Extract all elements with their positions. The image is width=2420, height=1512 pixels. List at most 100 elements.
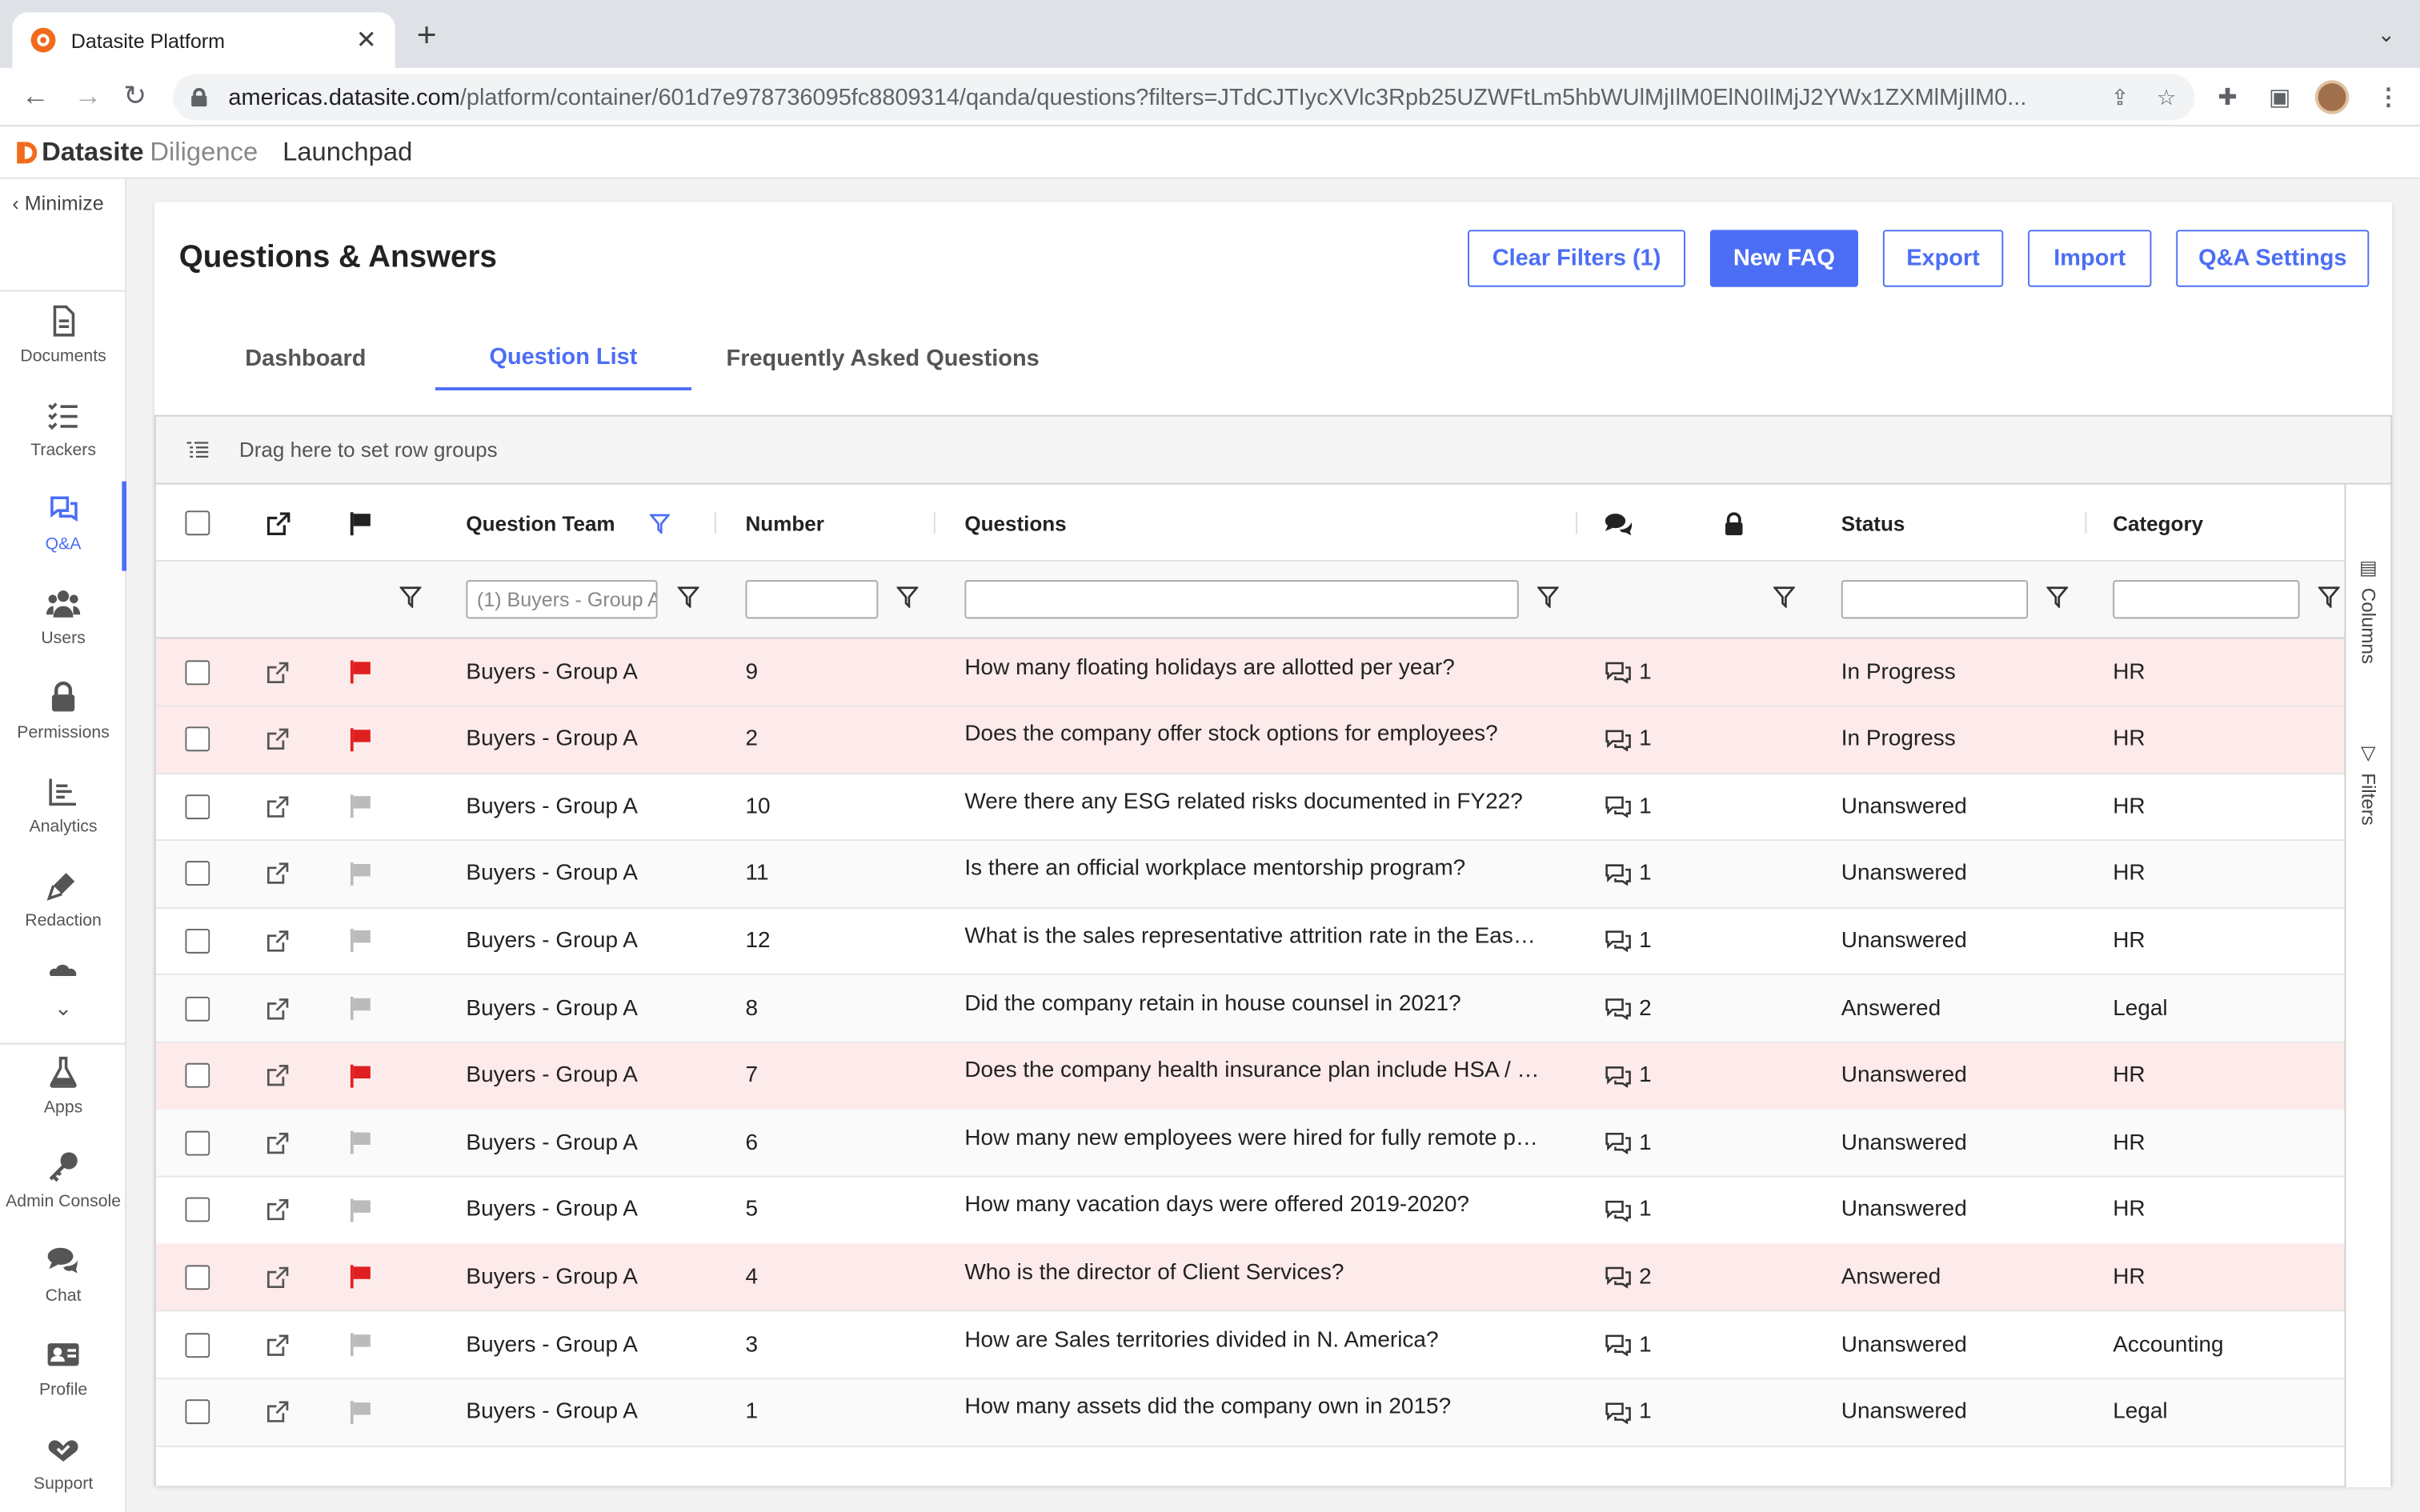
comments-cell[interactable]: 1 [1604, 1042, 1697, 1109]
flag-icon[interactable] [350, 1311, 372, 1378]
flag-icon[interactable] [350, 1378, 372, 1445]
sidebar-item-documents[interactable]: Documents [0, 302, 126, 392]
sidebar-item-permissions[interactable]: Permissions [0, 679, 126, 769]
row-checkbox[interactable] [185, 638, 210, 705]
browser-menu-icon[interactable]: ⋮ [2377, 83, 2400, 111]
flag-icon[interactable] [350, 706, 372, 773]
forward-arrow-icon[interactable]: → [74, 80, 102, 111]
table-row[interactable]: Buyers - Group A 4 Who is the director of … [155, 1244, 2345, 1313]
question-cell[interactable]: How many new employees were hired for fu… [964, 1105, 1551, 1171]
sidebar-item-trackers[interactable]: Trackers [0, 397, 126, 486]
question-cell[interactable]: Does the company offer stock options for… [964, 702, 1551, 768]
table-row[interactable]: Buyers - Group A 3 How are Sales territori… [155, 1311, 2345, 1380]
status-filter-input[interactable] [1841, 580, 2029, 619]
tab-dashboard[interactable]: Dashboard [201, 326, 411, 390]
comments-cell[interactable]: 1 [1604, 1110, 1697, 1176]
question-cell[interactable]: Did the company retain in house counsel … [964, 970, 1551, 1037]
flag-icon[interactable] [350, 975, 372, 1042]
bookmark-star-icon[interactable]: ☆ [2157, 84, 2176, 110]
sidebar-item-redaction[interactable]: Redaction [0, 867, 126, 957]
question-cell[interactable]: How many assets did the company own in 2… [964, 1374, 1551, 1441]
question-cell[interactable]: Is there an official workplace mentorshi… [964, 836, 1551, 902]
comments-cell[interactable]: 1 [1604, 774, 1697, 840]
open-external-icon[interactable] [266, 1378, 289, 1445]
comments-cell[interactable]: 1 [1604, 1378, 1697, 1445]
flag-icon[interactable] [350, 1110, 372, 1176]
sidebar-expand-button[interactable]: ⌄ [0, 997, 126, 1028]
question-cell[interactable]: Who is the director of Client Services? [964, 1239, 1551, 1306]
column-header-category[interactable]: Category [2113, 485, 2203, 562]
column-header-questions[interactable]: Questions [964, 485, 1066, 562]
filter-funnel-icon[interactable] [677, 586, 699, 608]
row-checkbox[interactable] [185, 908, 210, 974]
table-row[interactable]: Buyers - Group A 7 Does the company health… [155, 1042, 2345, 1110]
flag-icon[interactable] [350, 908, 372, 974]
sidebar-item-users[interactable]: Users [0, 585, 126, 674]
category-filter-input[interactable] [2113, 580, 2300, 619]
sidebar-item-admin-console[interactable]: Admin Console [0, 1148, 126, 1238]
clear-filters-button[interactable]: Clear Filters (1) [1468, 230, 1685, 287]
table-row[interactable]: Buyers - Group A 8 Did the company retain … [155, 974, 2345, 1043]
side-panel-icon[interactable]: ▣ [2269, 83, 2290, 111]
question-cell[interactable]: What is the sales representative attriti… [964, 903, 1551, 970]
open-external-icon[interactable] [266, 1110, 289, 1176]
sidebar-item-qa[interactable]: Q&A [0, 490, 126, 580]
flag-icon[interactable] [350, 1244, 372, 1310]
launchpad-link[interactable]: Launchpad [282, 137, 412, 168]
filter-funnel-icon[interactable] [2046, 586, 2069, 608]
flag-icon[interactable] [350, 1177, 372, 1243]
flag-icon[interactable] [350, 1042, 372, 1109]
open-external-icon[interactable] [266, 774, 289, 840]
column-separator[interactable] [933, 512, 936, 534]
filter-funnel-icon[interactable] [1537, 586, 1559, 608]
qa-settings-button[interactable]: Q&A Settings [2176, 230, 2370, 287]
open-external-icon[interactable] [266, 706, 289, 773]
table-row[interactable]: Buyers - Group A 5 How many vacation days … [155, 1177, 2345, 1245]
extensions-puzzle-icon[interactable]: ✚ [2218, 83, 2237, 111]
question-cell[interactable]: How many floating holidays are allotted … [964, 634, 1551, 701]
sidebar-item-apps[interactable]: Apps [0, 1054, 126, 1143]
row-checkbox[interactable] [185, 706, 210, 773]
open-external-icon[interactable] [266, 1042, 289, 1109]
filter-funnel-icon[interactable] [896, 586, 919, 608]
close-tab-icon[interactable]: ✕ [356, 25, 377, 56]
reload-icon[interactable]: ↻ [123, 80, 146, 111]
browser-tab[interactable]: Datasite Platform ✕ [12, 12, 395, 68]
row-group-panel[interactable]: Drag here to set row groups [155, 416, 2391, 485]
columns-panel-toggle[interactable]: ▤ Columns [2357, 555, 2380, 664]
column-separator[interactable] [714, 512, 716, 534]
comments-cell[interactable]: 1 [1604, 841, 1697, 907]
comments-cell[interactable]: 1 [1604, 908, 1697, 974]
questions-filter-input[interactable] [964, 580, 1519, 619]
row-checkbox[interactable] [185, 774, 210, 840]
comments-header-icon[interactable] [1604, 485, 1633, 562]
filters-panel-toggle[interactable]: ▽ Filters [2357, 741, 2380, 826]
table-row[interactable]: Buyers - Group A 6 How many new employees … [155, 1110, 2345, 1178]
select-all-checkbox[interactable] [185, 485, 210, 562]
lock-header-icon[interactable] [1724, 485, 1744, 562]
filter-funnel-icon[interactable] [2318, 586, 2340, 608]
comments-cell[interactable]: 1 [1604, 1311, 1697, 1378]
open-external-icon[interactable] [266, 1311, 289, 1378]
browser-profile-avatar[interactable] [2314, 80, 2350, 114]
table-row[interactable]: Buyers - Group A 9 How many floating holid… [155, 638, 2345, 707]
comments-cell[interactable]: 2 [1604, 1244, 1697, 1310]
sidebar-item-chat[interactable]: Chat [0, 1242, 126, 1331]
number-filter-input[interactable] [745, 580, 879, 619]
open-external-icon[interactable] [266, 975, 289, 1042]
tab-question-list[interactable]: Question List [435, 326, 691, 390]
table-row[interactable]: Buyers - Group A 10 Were there any ESG rel… [155, 774, 2345, 842]
minimize-button[interactable]: ‹ Minimize [12, 191, 103, 214]
open-external-icon[interactable] [266, 841, 289, 907]
row-checkbox[interactable] [185, 1378, 210, 1445]
flag-header-icon[interactable] [350, 485, 372, 562]
comments-cell[interactable]: 1 [1604, 1177, 1697, 1243]
table-row[interactable]: Buyers - Group A 2 Does the company offer … [155, 706, 2345, 774]
tab-faq[interactable]: Frequently Asked Questions [713, 326, 1052, 390]
filter-funnel-icon[interactable] [1773, 586, 1795, 608]
tab-search-chevron-icon[interactable]: ⌄ [2378, 22, 2396, 48]
question-cell[interactable]: Were there any ESG related risks documen… [964, 769, 1551, 835]
column-separator[interactable] [2085, 512, 2087, 534]
new-tab-icon[interactable]: + [417, 18, 437, 52]
table-row[interactable]: Buyers - Group A 1 How many assets did the… [155, 1378, 2345, 1447]
